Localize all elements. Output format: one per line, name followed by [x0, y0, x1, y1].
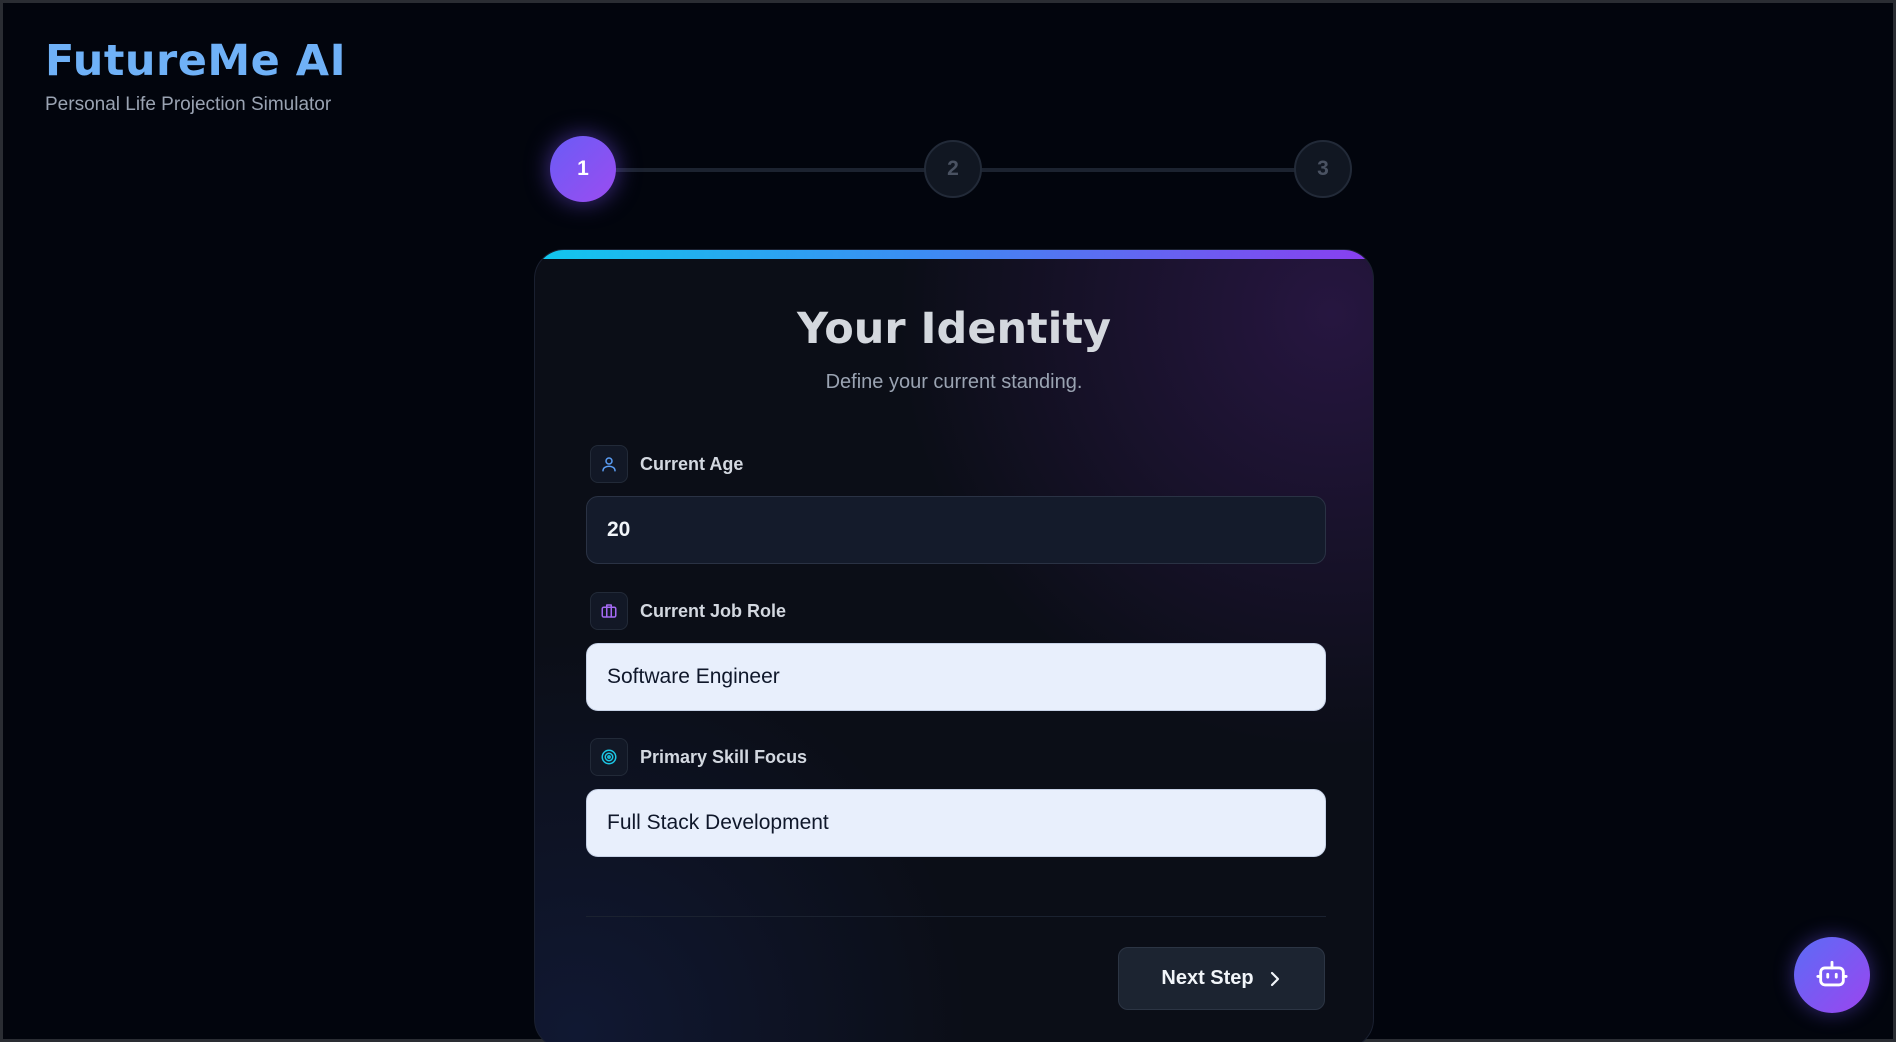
- ai-assistant-button[interactable]: [1794, 937, 1870, 1013]
- step-connector: [610, 168, 930, 172]
- step-3[interactable]: 3: [1294, 140, 1352, 198]
- user-icon: [590, 445, 628, 483]
- card-accent-bar: [535, 250, 1373, 259]
- target-icon: [590, 738, 628, 776]
- age-label-text: Current Age: [640, 453, 744, 474]
- step-1[interactable]: 1: [550, 136, 616, 202]
- skill-focus-label-text: Primary Skill Focus: [640, 746, 808, 767]
- card-subtitle: Define your current standing.: [825, 371, 1083, 393]
- job-role-input[interactable]: Software Engineer: [586, 643, 1326, 711]
- identity-card: Your Identity Define your current standi…: [534, 249, 1374, 1042]
- brand-header: FutureMe AI Personal Life Projection Sim…: [45, 36, 346, 116]
- age-label: Current Age: [590, 445, 743, 483]
- app-subtitle: Personal Life Projection Simulator: [45, 94, 332, 115]
- robot-icon: [1816, 960, 1848, 987]
- age-input[interactable]: 20: [586, 496, 1326, 564]
- step-2[interactable]: 2: [924, 140, 982, 198]
- job-role-label: Current Job Role: [590, 592, 786, 630]
- card-title: Your Identity: [797, 304, 1111, 354]
- job-role-label-text: Current Job Role: [640, 600, 787, 621]
- next-step-button[interactable]: Next Step: [1118, 947, 1325, 1010]
- card-divider: [586, 916, 1326, 917]
- chevron-right-icon: [1270, 971, 1279, 986]
- briefcase-icon: [590, 592, 628, 630]
- skill-focus-input[interactable]: Full Stack Development: [586, 789, 1326, 857]
- next-step-label: Next Step: [1161, 967, 1254, 989]
- skill-focus-label: Primary Skill Focus: [590, 738, 807, 776]
- progress-stepper: 1 2 3: [550, 136, 1354, 202]
- app-title: FutureMe AI: [45, 36, 347, 86]
- step-connector: [980, 168, 1310, 172]
